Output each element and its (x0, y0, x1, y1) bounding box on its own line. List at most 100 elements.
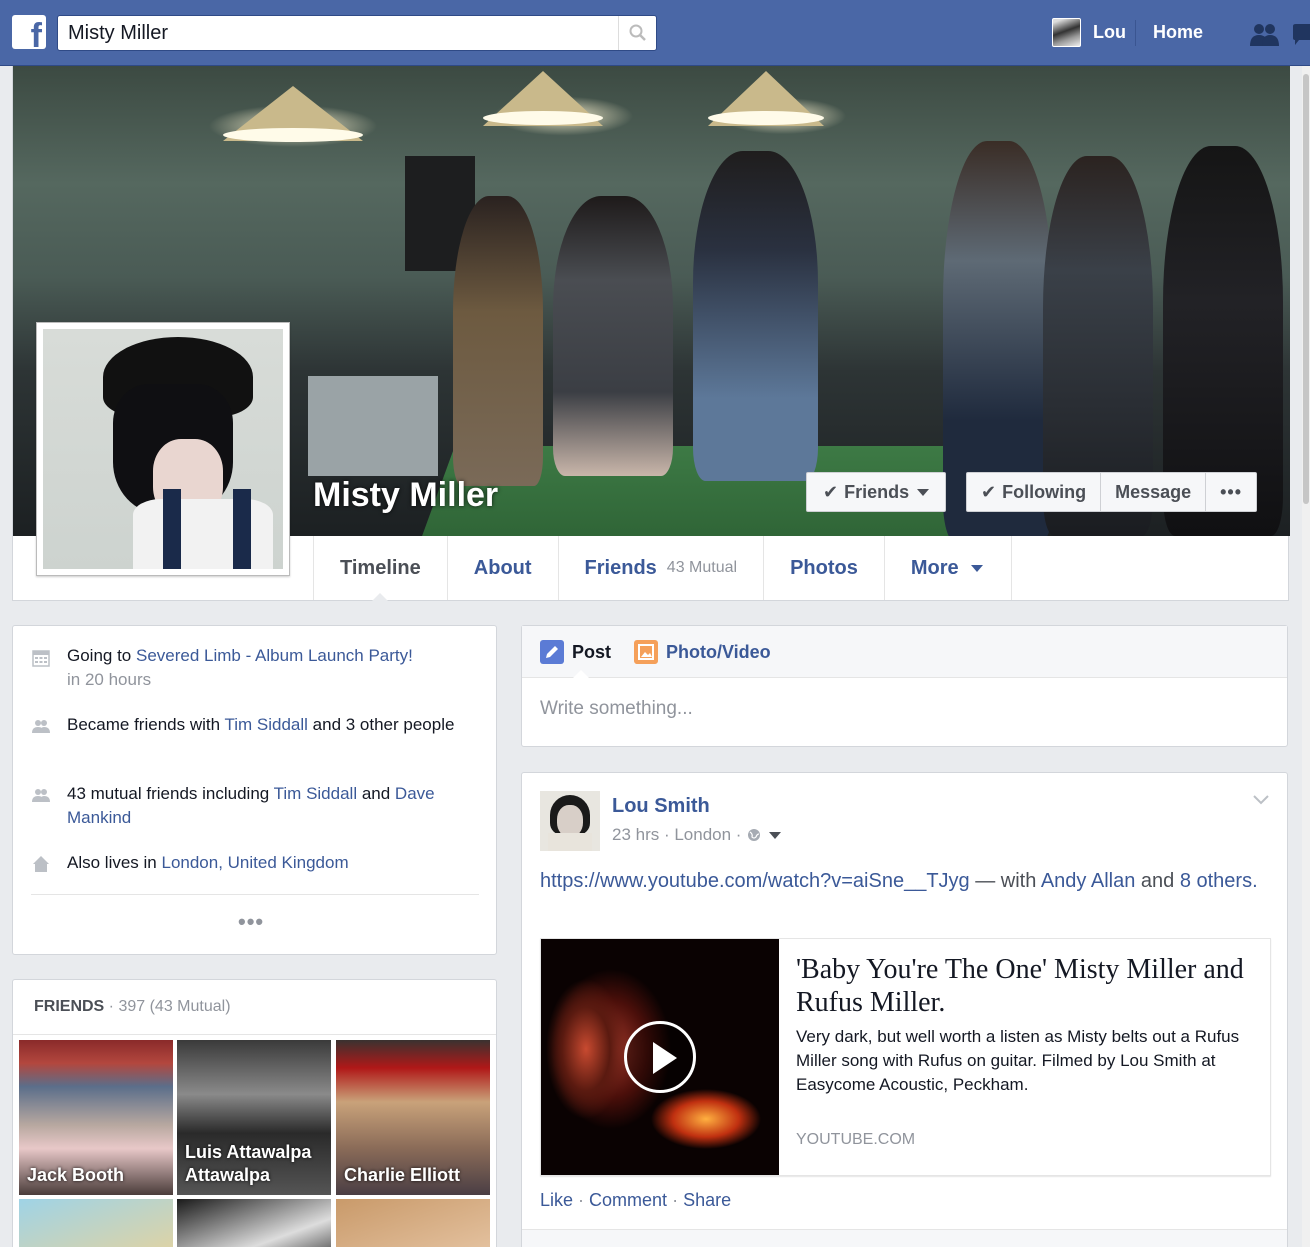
friends-card: FRIENDS · 397 (43 Mutual) Jack Booth Lui… (12, 979, 497, 1247)
play-icon[interactable] (624, 1021, 696, 1093)
divider (1135, 20, 1136, 46)
composer-tabs: Post Photo/Video (522, 626, 1287, 679)
radiator (308, 376, 438, 476)
person-figure (453, 196, 543, 486)
event-link[interactable]: Severed Limb - Album Launch Party! (136, 646, 413, 665)
messages-icon[interactable] (1293, 24, 1310, 48)
friends-count: · 397 (43 Mutual) (104, 998, 231, 1015)
post-meta: 23 hrs · London · (612, 825, 782, 845)
tab-label: Photos (790, 556, 858, 579)
friend-link[interactable]: Tim Siddall (224, 715, 307, 734)
photo-icon (634, 640, 658, 664)
tab-photos[interactable]: Photos (763, 536, 884, 600)
mutual-mid: and (357, 784, 395, 803)
friend-name: Luis Attawalpa Attawalpa (185, 1142, 312, 1185)
tab-about[interactable]: About (446, 536, 558, 600)
separator: · (667, 1190, 684, 1210)
post-author[interactable]: Lou Smith (612, 795, 710, 818)
mutual-count: 43 Mutual (666, 559, 738, 576)
friend-name: Charlie Elliott (344, 1165, 461, 1185)
post-likes-bar (522, 1229, 1287, 1247)
tab-indicator (572, 670, 590, 679)
tagged-person-link[interactable]: Andy Allan (1041, 870, 1136, 892)
user-profile-link[interactable]: Lou (1052, 18, 1126, 47)
link-preview-card[interactable]: 'Baby You're The One' Misty Miller and R… (540, 938, 1271, 1176)
video-thumbnail[interactable] (541, 939, 779, 1175)
post-tab[interactable]: Post (540, 640, 611, 664)
post-composer: Post Photo/Video Write something... (521, 625, 1288, 747)
friend-tile[interactable] (336, 1199, 490, 1247)
following-label: Following (1002, 481, 1087, 502)
post-text: https://www.youtube.com/watch?v=aiSne__T… (540, 867, 1260, 895)
see-more-button[interactable]: ••• (238, 909, 264, 935)
friends-button-label: Friends (844, 481, 910, 502)
facebook-logo-icon[interactable]: f (12, 15, 46, 53)
friends-title[interactable]: FRIENDS (34, 998, 104, 1015)
more-options-button[interactable]: ••• (1206, 473, 1256, 511)
lives-prefix: Also lives in (67, 853, 162, 872)
location-link[interactable]: London, United Kingdom (161, 853, 348, 872)
scrollbar-thumb[interactable] (1303, 74, 1309, 504)
user-name: Lou (1093, 22, 1126, 42)
divider (31, 894, 479, 895)
search-icon (629, 24, 646, 41)
friends-button[interactable]: ✔ Friends (806, 472, 947, 512)
tab-friends[interactable]: Friends 43 Mutual (557, 536, 764, 600)
checkmark-icon: ✔ (981, 481, 997, 502)
photo-video-label: Photo/Video (666, 641, 771, 662)
search-button[interactable] (618, 16, 656, 50)
following-button[interactable]: ✔ Following (967, 473, 1102, 511)
friend-tile[interactable] (19, 1199, 173, 1247)
tab-timeline[interactable]: Timeline (313, 536, 447, 601)
profile-tabs: Timeline About Friends 43 Mutual Photos M… (313, 536, 1012, 601)
link-title[interactable]: 'Baby You're The One' Misty Miller and R… (796, 953, 1256, 1019)
tab-label: Timeline (340, 556, 421, 579)
friend-tile[interactable]: Jack Booth (19, 1040, 173, 1195)
event-item: Going to Severed Limb - Album Launch Par… (67, 644, 477, 692)
composer-input[interactable]: Write something... (540, 698, 693, 720)
message-button[interactable]: Message (1101, 473, 1207, 511)
comment-button[interactable]: Comment (589, 1190, 667, 1210)
post-timestamp[interactable]: 23 hrs · London · (612, 825, 741, 845)
mutual-prefix: 43 mutual friends including (67, 784, 274, 803)
profile-name[interactable]: Misty Miller (313, 476, 498, 515)
globe-icon[interactable] (747, 828, 761, 842)
tab-label: About (473, 556, 532, 579)
person-figure (693, 151, 818, 481)
friend-tile[interactable] (177, 1199, 331, 1247)
tab-label: More (910, 556, 959, 579)
profile-picture[interactable] (36, 322, 290, 576)
home-icon (33, 856, 49, 872)
scrollbar[interactable] (1302, 66, 1310, 1247)
caret-down-icon (917, 488, 930, 496)
profile-actions: ✔ Following Message ••• (966, 472, 1258, 512)
others-link[interactable]: 8 others (1180, 870, 1252, 892)
mutual-friends-icon (32, 789, 50, 802)
mutual-friends-item: 43 mutual friends including Tim Siddall … (67, 782, 477, 830)
person-figure (553, 196, 673, 476)
mutual-friend-link[interactable]: Tim Siddall (274, 784, 357, 803)
link-description: Very dark, but well worth a listen as Mi… (796, 1027, 1240, 1094)
profile-header: Misty Miller ✔ Friends ✔ Following Messag… (12, 66, 1290, 601)
collar-shape (548, 833, 592, 851)
friend-tile[interactable]: Charlie Elliott (336, 1040, 490, 1195)
profile-photo (43, 329, 283, 569)
chevron-down-icon[interactable] (1253, 795, 1269, 805)
lamp-light (223, 128, 363, 142)
strap-shape (233, 489, 251, 569)
audience-caret-icon[interactable] (769, 831, 782, 839)
separator: · (573, 1190, 590, 1210)
like-button[interactable]: Like (540, 1190, 573, 1210)
author-avatar[interactable] (540, 791, 600, 851)
post-url-link[interactable]: https://www.youtube.com/watch?v=aiSne__T… (540, 870, 970, 892)
tab-more[interactable]: More (883, 536, 1012, 600)
checkmark-icon: ✔ (823, 481, 839, 502)
share-button[interactable]: Share (683, 1190, 731, 1210)
home-link[interactable]: Home (1153, 22, 1203, 43)
search-input[interactable] (58, 16, 618, 50)
friends-icon (32, 720, 50, 733)
photo-video-tab[interactable]: Photo/Video (634, 640, 771, 664)
friend-tile[interactable]: Luis Attawalpa Attawalpa (177, 1040, 331, 1195)
feed-post: Lou Smith 23 hrs · London · https://www.… (521, 772, 1288, 1247)
friend-requests-icon[interactable] (1248, 22, 1280, 48)
